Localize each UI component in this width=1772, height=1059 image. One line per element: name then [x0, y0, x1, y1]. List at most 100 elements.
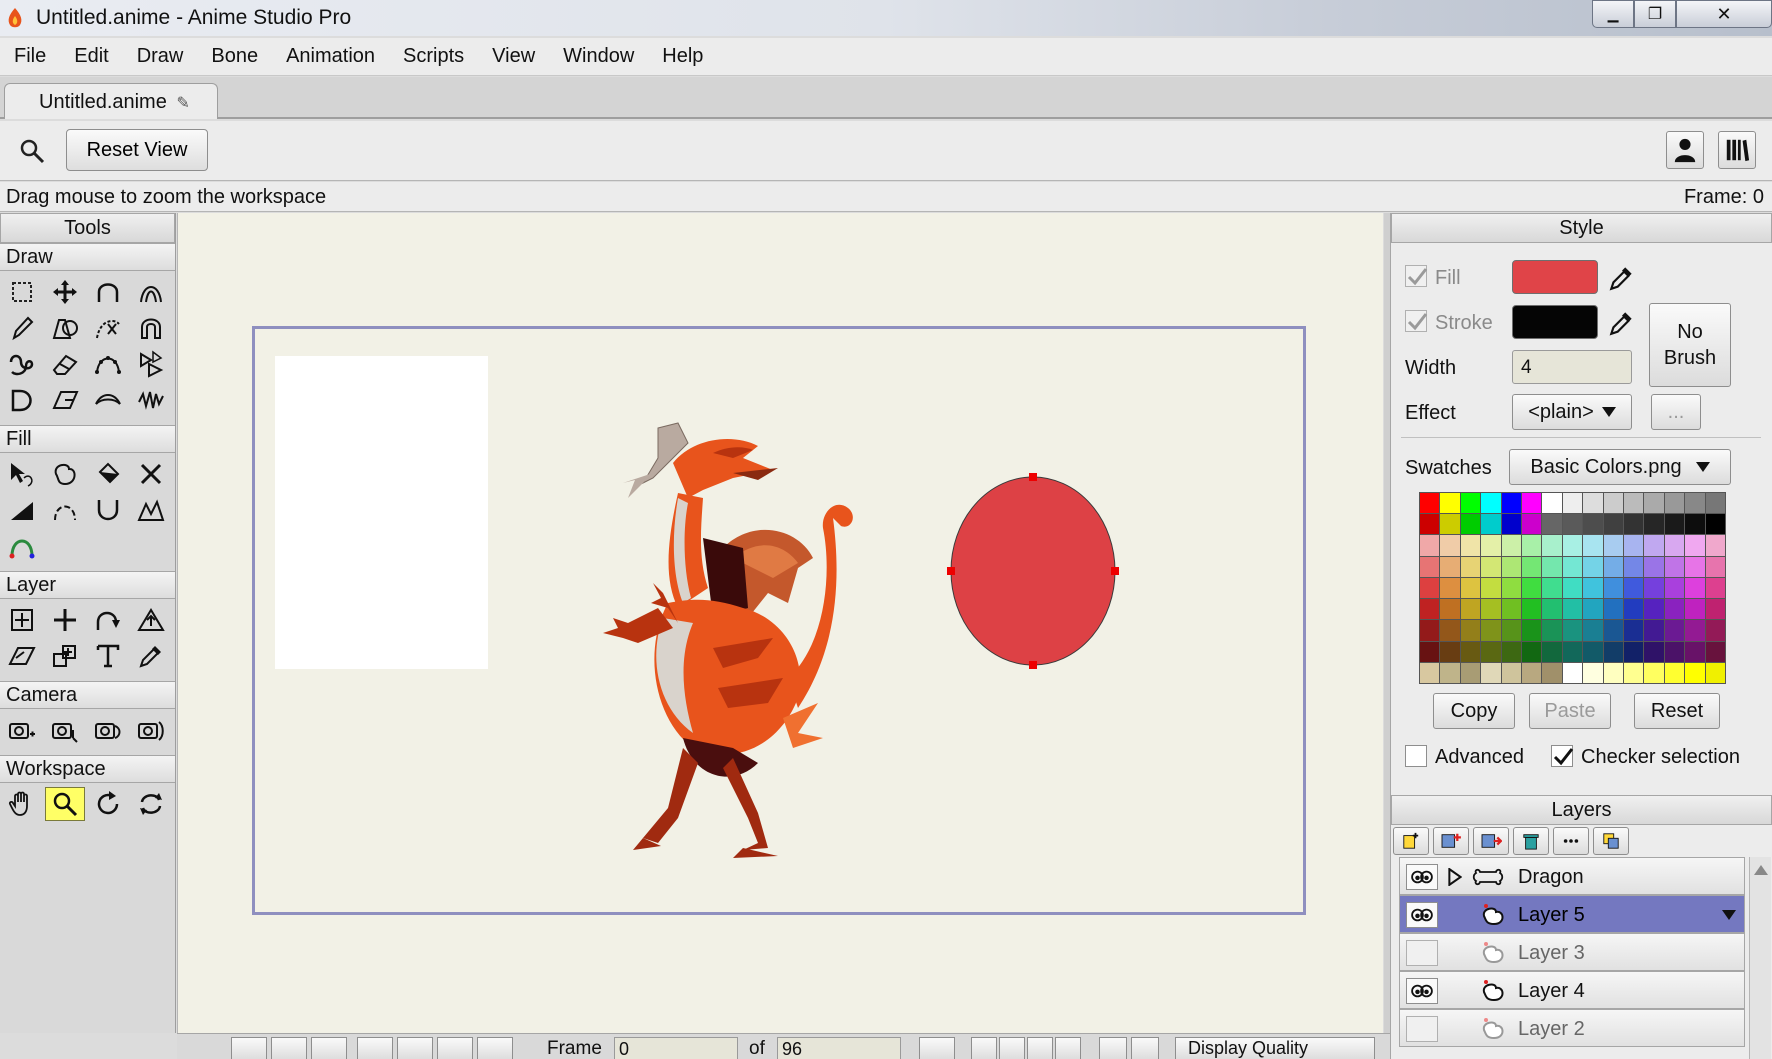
palette-swatch[interactable]	[1583, 641, 1603, 662]
character-wizard-button[interactable]	[1666, 131, 1704, 169]
pan-workspace-tool[interactable]	[2, 787, 42, 821]
palette-swatch[interactable]	[1685, 641, 1705, 662]
layer-row-layer-3[interactable]: Layer 3	[1399, 933, 1745, 971]
palette-swatch[interactable]	[1685, 493, 1705, 514]
fast-forward-button[interactable]	[477, 1037, 513, 1059]
draw-shape-tool[interactable]	[45, 311, 85, 345]
palette-swatch[interactable]	[1603, 599, 1623, 620]
palette-swatch[interactable]	[1644, 556, 1664, 577]
palette-swatch[interactable]	[1481, 662, 1501, 683]
palette-swatch[interactable]	[1583, 493, 1603, 514]
palette-swatch[interactable]	[1583, 599, 1603, 620]
layer-row-layer-4[interactable]: Layer 4	[1399, 971, 1745, 1009]
layer-visibility-toggle[interactable]	[1406, 978, 1438, 1004]
color-points-tool[interactable]	[2, 529, 42, 563]
fill-color-swatch[interactable]	[1512, 260, 1598, 294]
play-button[interactable]	[357, 1037, 393, 1059]
palette-swatch[interactable]	[1562, 493, 1583, 514]
translate-points-tool[interactable]	[45, 275, 85, 309]
scale-layer-tool[interactable]	[131, 603, 171, 637]
palette-swatch[interactable]	[1623, 641, 1644, 662]
palette-swatch[interactable]	[1481, 641, 1501, 662]
palette-swatch[interactable]	[1685, 599, 1705, 620]
palette-swatch[interactable]	[1623, 620, 1644, 641]
palette-swatch[interactable]	[1644, 493, 1664, 514]
delete-layer-button[interactable]	[1513, 827, 1549, 855]
palette-swatch[interactable]	[1603, 556, 1623, 577]
set-origin-tool[interactable]	[2, 603, 42, 637]
previous-frame-button[interactable]	[311, 1037, 347, 1059]
palette-swatch[interactable]	[1420, 620, 1440, 641]
noise-tool[interactable]	[131, 383, 171, 417]
palette-swatch[interactable]	[1460, 662, 1481, 683]
palette-swatch[interactable]	[1542, 662, 1562, 683]
palette-swatch[interactable]	[1603, 641, 1623, 662]
stroke-color-swatch[interactable]	[1512, 305, 1598, 339]
view-split-vertical-button[interactable]	[999, 1037, 1025, 1059]
palette-swatch[interactable]	[1460, 577, 1481, 599]
zoom-camera-tool[interactable]	[45, 713, 85, 747]
palette-swatch[interactable]	[1542, 556, 1562, 577]
palette-swatch[interactable]	[1481, 514, 1501, 535]
fill-checkbox[interactable]	[1405, 265, 1428, 287]
palette-swatch[interactable]	[1501, 577, 1521, 599]
palette-swatch[interactable]	[1501, 514, 1521, 535]
select-points-tool[interactable]	[2, 275, 42, 309]
palette-swatch[interactable]	[1481, 577, 1501, 599]
layer-options-arrow-icon[interactable]	[1722, 910, 1736, 920]
palette-swatch[interactable]	[1460, 599, 1481, 620]
color-swatch-palette[interactable]	[1419, 492, 1726, 684]
palette-swatch[interactable]	[1644, 620, 1664, 641]
ellipse-point-bottom[interactable]	[1029, 661, 1037, 669]
rotate-points-tool[interactable]	[131, 275, 171, 309]
red-ellipse-shape[interactable]	[933, 456, 1133, 686]
palette-swatch[interactable]	[1685, 577, 1705, 599]
palette-swatch[interactable]	[1664, 535, 1685, 556]
palette-swatch[interactable]	[1420, 556, 1440, 577]
palette-swatch[interactable]	[1644, 577, 1664, 599]
palette-swatch[interactable]	[1440, 641, 1460, 662]
layers-scrollbar[interactable]	[1749, 857, 1771, 1059]
swatches-dropdown[interactable]: Basic Colors.png	[1509, 449, 1731, 485]
stroke-exposure-tool[interactable]	[88, 493, 128, 527]
palette-swatch[interactable]	[1705, 599, 1725, 620]
layer-visibility-toggle[interactable]	[1406, 940, 1438, 966]
copy-style-button[interactable]: Copy	[1433, 693, 1515, 729]
palette-swatch[interactable]	[1440, 577, 1460, 599]
palette-swatch[interactable]	[1420, 577, 1440, 599]
palette-swatch[interactable]	[1705, 535, 1725, 556]
frame-field[interactable]: 0	[614, 1037, 738, 1059]
menu-draw[interactable]: Draw	[137, 45, 184, 68]
palette-swatch[interactable]	[1440, 599, 1460, 620]
palette-swatch[interactable]	[1705, 662, 1725, 683]
layer-settings-button[interactable]	[1553, 827, 1589, 855]
palette-swatch[interactable]	[1562, 641, 1583, 662]
hide-edge-tool[interactable]	[45, 493, 85, 527]
palette-swatch[interactable]	[1664, 641, 1685, 662]
palette-swatch[interactable]	[1705, 577, 1725, 599]
zoom-tool[interactable]	[45, 787, 85, 821]
create-shape-tool[interactable]	[45, 457, 85, 491]
palette-swatch[interactable]	[1440, 514, 1460, 535]
layer-row-layer-5[interactable]: Layer 5	[1399, 895, 1745, 933]
palette-swatch[interactable]	[1644, 662, 1664, 683]
toggle-onion-button[interactable]	[1131, 1037, 1159, 1059]
palette-swatch[interactable]	[1481, 599, 1501, 620]
total-frames-field[interactable]: 96	[777, 1037, 901, 1059]
menu-scripts[interactable]: Scripts	[403, 45, 464, 68]
palette-swatch[interactable]	[1562, 514, 1583, 535]
palette-swatch[interactable]	[1664, 620, 1685, 641]
palette-swatch[interactable]	[1603, 493, 1623, 514]
eraser-tool[interactable]	[45, 347, 85, 381]
palette-swatch[interactable]	[1501, 641, 1521, 662]
palette-swatch[interactable]	[1603, 620, 1623, 641]
palette-swatch[interactable]	[1521, 535, 1542, 556]
palette-swatch[interactable]	[1583, 620, 1603, 641]
width-field[interactable]: 4	[1512, 350, 1632, 384]
document-tab[interactable]: Untitled.anime ✎	[4, 83, 218, 119]
menu-bone[interactable]: Bone	[211, 45, 258, 68]
library-button[interactable]	[1718, 131, 1756, 169]
delete-edge-tool[interactable]	[88, 311, 128, 345]
ellipse-point-right[interactable]	[1111, 567, 1119, 575]
palette-swatch[interactable]	[1583, 662, 1603, 683]
